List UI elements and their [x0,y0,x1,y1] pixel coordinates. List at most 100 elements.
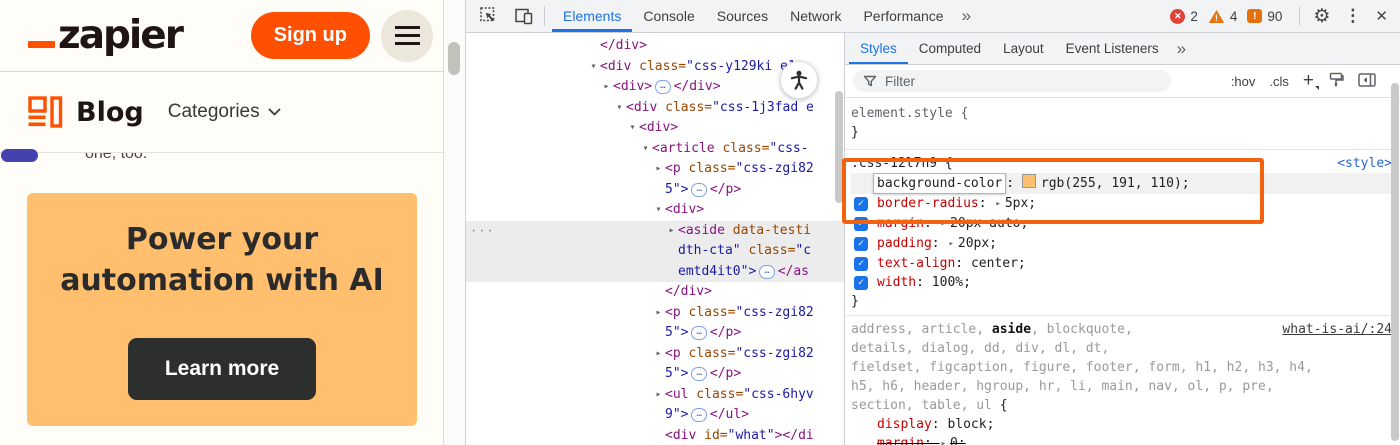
accessibility-widget-button[interactable] [780,61,818,99]
rule-source-link[interactable]: what-is-ai/:24 [1282,320,1392,339]
dom-tree-line[interactable]: </div> [466,36,844,57]
new-style-rule-button[interactable]: + [1303,70,1320,92]
expand-arrow-closed-icon[interactable]: ▸ [652,159,665,180]
expand-arrow-open-icon[interactable]: ▾ [613,98,626,119]
inline-expand-ellipsis[interactable]: … [691,326,707,340]
expand-arrow-closed-icon[interactable]: ▸ [600,77,613,98]
zapier-logo[interactable]: zapier [28,13,184,58]
property-name-edit-field[interactable]: background-color [873,173,1007,194]
expand-arrow-closed-icon[interactable]: ▸ [652,344,665,365]
dom-tree-line[interactable]: ▾ <div class="css-1j3fad e [466,98,844,119]
dom-tree-line[interactable]: 9">… </ul> [466,405,844,426]
property-enabled-checkbox[interactable]: ✓ [854,257,868,271]
tab-network[interactable]: Network [779,0,852,32]
close-devtools-icon[interactable]: ✕ [1375,7,1388,25]
rule-source-link[interactable]: <style> [1337,154,1392,173]
dom-tree-line[interactable]: ▸ <p class="css-zgi82 [466,159,844,180]
dom-scrollbar-thumb[interactable] [835,91,843,203]
styles-scrollbar-thumb[interactable] [1391,83,1399,441]
css-property-display[interactable]: display: block; [851,415,1392,434]
dom-tree-line[interactable]: <div id="what"></di [466,426,844,445]
rendering-emulation-icon[interactable] [1328,72,1344,90]
shorthand-expand-icon[interactable]: ▸ [941,439,946,445]
css-property-padding[interactable]: ✓ padding: ▸ 20px; [851,234,1392,254]
expand-arrow-open-icon[interactable]: ▾ [652,200,665,221]
warning-badge-icon[interactable]: ! [1208,9,1225,24]
dom-tree-line[interactable]: 5">… </p> [466,180,844,201]
inline-expand-ellipsis[interactable]: … [691,367,707,381]
inline-expand-ellipsis[interactable]: … [691,408,707,422]
tab-computed[interactable]: Computed [908,33,992,64]
issues-badge-icon[interactable]: ! [1247,9,1263,23]
color-swatch[interactable] [1021,174,1036,188]
dom-tree-line[interactable]: 5">… </p> [466,364,844,385]
tab-elements[interactable]: Elements [552,0,633,32]
toggle-class-button[interactable]: .cls [1269,74,1289,89]
more-tabs-icon[interactable]: » [955,6,978,26]
css-property-margin[interactable]: ✓ margin: ▸ 20px auto; [851,214,1392,234]
tab-styles[interactable]: Styles [849,33,908,64]
expand-arrow-open-icon[interactable]: ▾ [626,118,639,139]
expand-arrow-open-icon[interactable]: ▾ [587,57,600,78]
page-scrollbar-thumb[interactable] [448,42,460,75]
tab-performance[interactable]: Performance [852,0,954,32]
dom-tree-line[interactable]: </div> [466,282,844,303]
inline-expand-ellipsis[interactable]: … [655,80,671,94]
more-options-icon[interactable]: ⋮ [1344,6,1361,26]
dom-tree-line[interactable]: 5">… </p> [466,323,844,344]
property-enabled-checkbox[interactable]: ✓ [854,276,868,290]
dom-tree-line[interactable]: ▸ <p class="css-zgi82 [466,303,844,324]
styles-rules: element.style {} <style> .css-12l7n9 {back… [845,98,1400,445]
dom-tree-line[interactable]: ▾ <div> [466,200,844,221]
error-badge-icon[interactable]: ✕ [1170,8,1186,24]
rule-selector: element.style { [851,106,969,121]
dom-tree-line[interactable]: ··· ▸ <aside data-testi [466,220,844,242]
rule-selector: .css-12l7n9 { [851,156,953,171]
property-enabled-checkbox[interactable]: ✓ [854,197,868,211]
css-property-width[interactable]: ✓ width: 100%; [851,273,1392,292]
dom-tree-line[interactable]: dth-cta" class="c [466,241,844,262]
categories-dropdown[interactable]: Categories [168,101,281,123]
device-toolbar-icon[interactable] [511,3,537,29]
blog-title[interactable]: Blog [76,97,144,128]
shorthand-expand-icon[interactable]: ▸ [995,199,1000,209]
dom-tree-line[interactable]: ▸ <p class="css-zgi82 [466,344,844,365]
dom-tree-line[interactable]: ▾ <article class="css- [466,139,844,160]
css-property-border-radius[interactable]: ✓ border-radius: ▸ 5px; [851,194,1392,214]
sign-up-button[interactable]: Sign up [250,12,370,59]
dom-tree-line[interactable]: ▸ <ul class="css-6hyv [466,385,844,406]
rule-selector: h5, h6, header, hgroup, hr, li, main, na… [851,379,1274,394]
inline-expand-ellipsis[interactable]: … [759,264,775,279]
tab-sources[interactable]: Sources [706,0,779,32]
dom-tree-line[interactable]: emtd4it0">… </as [466,261,844,282]
expand-arrow-closed-icon[interactable]: ▸ [652,385,665,406]
css-property-background-color[interactable]: background-color: rgb(255, 191, 110); [851,173,1392,194]
zapier-logo-text: zapier [58,13,184,58]
settings-gear-icon[interactable]: ⚙ [1313,5,1330,28]
css-property-margin[interactable]: margin: ▸ 0; [851,434,1392,445]
dock-sidebar-icon[interactable] [1358,72,1376,90]
tab-event-listeners[interactable]: Event Listeners [1055,33,1170,64]
expand-arrow-closed-icon[interactable]: ▸ [665,221,678,242]
shorthand-expand-icon[interactable]: ▸ [948,239,953,249]
dom-tree-line[interactable]: ▾ <div> [466,118,844,139]
property-enabled-checkbox[interactable]: ✓ [854,217,868,231]
inspect-element-icon[interactable] [476,3,502,29]
inline-expand-ellipsis[interactable]: … [691,182,707,197]
styles-filter-bar: Filter :hov .cls + [845,65,1400,98]
learn-more-button[interactable]: Learn more [127,338,317,400]
hamburger-icon [394,26,420,29]
page-scrollbar-track[interactable] [444,0,466,445]
shorthand-expand-icon[interactable]: ▸ [941,219,946,229]
css-rule: what-is-ai/:24 address, article, aside, b… [845,316,1400,445]
tab-console[interactable]: Console [632,0,705,32]
expand-arrow-open-icon[interactable]: ▾ [639,139,652,160]
more-subtabs-icon[interactable]: » [1170,39,1193,59]
toggle-hover-button[interactable]: :hov [1231,74,1256,89]
css-property-text-align[interactable]: ✓ text-align: center; [851,254,1392,273]
property-enabled-checkbox[interactable]: ✓ [854,237,868,251]
tab-layout[interactable]: Layout [992,33,1055,64]
hamburger-menu-button[interactable] [381,9,433,62]
filter-input[interactable]: Filter [853,70,1171,92]
expand-arrow-closed-icon[interactable]: ▸ [652,303,665,324]
